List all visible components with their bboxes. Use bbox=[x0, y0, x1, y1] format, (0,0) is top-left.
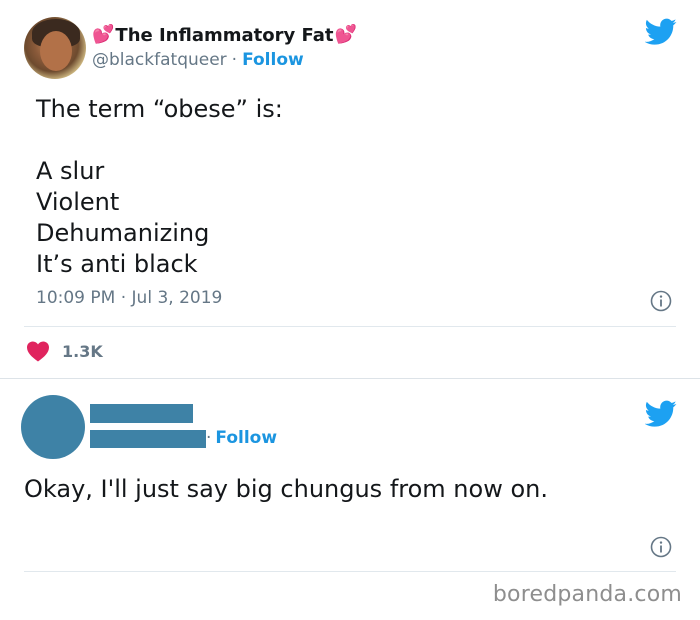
like-action[interactable]: 1.3K bbox=[26, 340, 103, 362]
twitter-bird-icon[interactable] bbox=[645, 18, 677, 46]
info-icon[interactable] bbox=[650, 536, 672, 558]
redacted-display-name bbox=[90, 404, 193, 423]
tweet-card-2: · Follow Okay, I'll just say big chungus… bbox=[0, 380, 700, 620]
tweet-text-line: Dehumanizing bbox=[36, 219, 210, 247]
follow-row: · Follow bbox=[206, 428, 277, 448]
tweet-text-line: The term “obese” is: bbox=[36, 95, 283, 123]
separator-dot: · bbox=[206, 428, 212, 448]
redacted-handle bbox=[90, 430, 206, 448]
info-icon[interactable] bbox=[650, 290, 672, 312]
tweet-text-line: It’s anti black bbox=[36, 250, 198, 278]
watermark: boredpanda.com bbox=[492, 582, 682, 607]
tweet-separator bbox=[0, 378, 700, 379]
author-name-row[interactable]: 💕 The Inflammatory Fat 💕 bbox=[92, 22, 357, 48]
author-display-name[interactable]: The Inflammatory Fat bbox=[115, 25, 333, 46]
tweet-text: Okay, I'll just say big chungus from now… bbox=[24, 475, 548, 503]
heart-icon[interactable] bbox=[26, 340, 50, 362]
tweet-card-1: 💕 The Inflammatory Fat 💕 @blackfatqueer … bbox=[0, 0, 700, 378]
follow-button[interactable]: Follow bbox=[215, 428, 277, 448]
tweet-text-line: Violent bbox=[36, 188, 120, 216]
author-handle-row: @blackfatqueer · Follow bbox=[92, 50, 304, 70]
twitter-bird-icon[interactable] bbox=[645, 400, 677, 428]
two-hearts-emoji-icon: 💕 bbox=[92, 24, 115, 45]
like-count: 1.3K bbox=[62, 341, 103, 361]
two-hearts-emoji-icon: 💕 bbox=[334, 24, 357, 45]
divider bbox=[24, 571, 676, 572]
avatar[interactable] bbox=[24, 17, 86, 79]
divider bbox=[24, 326, 676, 327]
separator-dot: · bbox=[231, 50, 238, 70]
author-handle[interactable]: @blackfatqueer bbox=[92, 50, 227, 70]
tweet-timestamp[interactable]: 10:09 PM · Jul 3, 2019 bbox=[36, 288, 222, 308]
tweet-text: The term “obese” is: A slur Violent Dehu… bbox=[36, 94, 283, 280]
avatar[interactable] bbox=[21, 395, 85, 459]
avatar-face bbox=[40, 31, 72, 71]
tweet-text-line: A slur bbox=[36, 157, 105, 185]
follow-button[interactable]: Follow bbox=[242, 50, 304, 70]
